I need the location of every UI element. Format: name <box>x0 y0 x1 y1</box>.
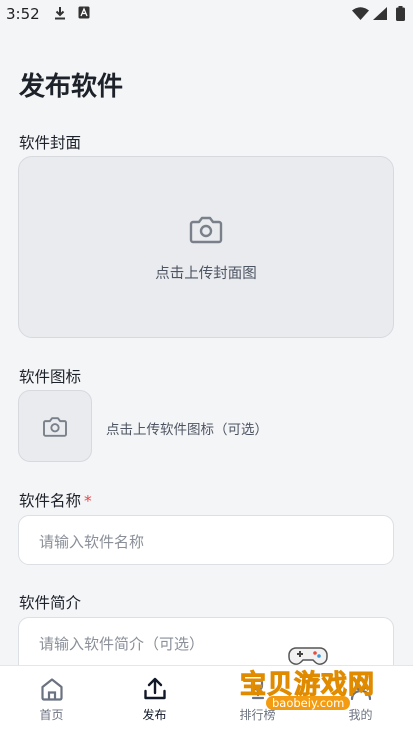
tab-ranking-label: 排行榜 <box>239 708 276 722</box>
intro-label: 软件简介 <box>19 594 82 612</box>
wifi-icon <box>352 7 369 20</box>
home-icon <box>40 678 63 701</box>
required-mark: * <box>84 492 92 510</box>
intro-input-placeholder: 请输入软件简介（可选） <box>39 635 205 653</box>
name-label-text: 软件名称 <box>19 492 82 510</box>
upload-icon <box>143 677 166 700</box>
tab-ranking[interactable]: 排行榜 <box>206 666 309 735</box>
app-icon-upload-area[interactable] <box>18 390 92 462</box>
name-label: 软件名称 * <box>19 489 92 511</box>
battery-icon <box>396 6 405 21</box>
cover-upload-text: 点击上传封面图 <box>155 266 257 282</box>
tab-home[interactable]: 首页 <box>0 666 103 735</box>
download-icon <box>55 7 65 20</box>
bottom-tab-bar: 首页 发布 排行榜 我的 <box>0 665 413 735</box>
cellular-signal-icon <box>373 7 387 20</box>
tab-profile-label: 我的 <box>348 708 373 722</box>
cover-upload-area[interactable]: 点击上传封面图 <box>18 156 394 338</box>
camera-icon <box>189 216 223 244</box>
profile-icon <box>350 678 371 701</box>
app-icon-upload-text: 点击上传软件图标（可选） <box>106 422 268 438</box>
app-icon-label: 软件图标 <box>19 368 82 386</box>
tab-profile[interactable]: 我的 <box>309 666 412 735</box>
cover-label: 软件封面 <box>19 134 82 152</box>
ranking-icon <box>251 678 264 700</box>
name-input-placeholder: 请输入软件名称 <box>39 533 145 551</box>
name-input[interactable]: 请输入软件名称 <box>18 515 394 565</box>
status-time: 3:52 <box>6 5 40 23</box>
notification-app-icon <box>78 6 90 19</box>
page-title: 发布软件 <box>19 72 124 102</box>
status-bar: 3:52 <box>0 0 413 28</box>
tab-publish[interactable]: 发布 <box>103 666 206 735</box>
tab-publish-label: 发布 <box>142 708 167 722</box>
camera-icon <box>43 417 67 437</box>
tab-home-label: 首页 <box>39 708 64 722</box>
